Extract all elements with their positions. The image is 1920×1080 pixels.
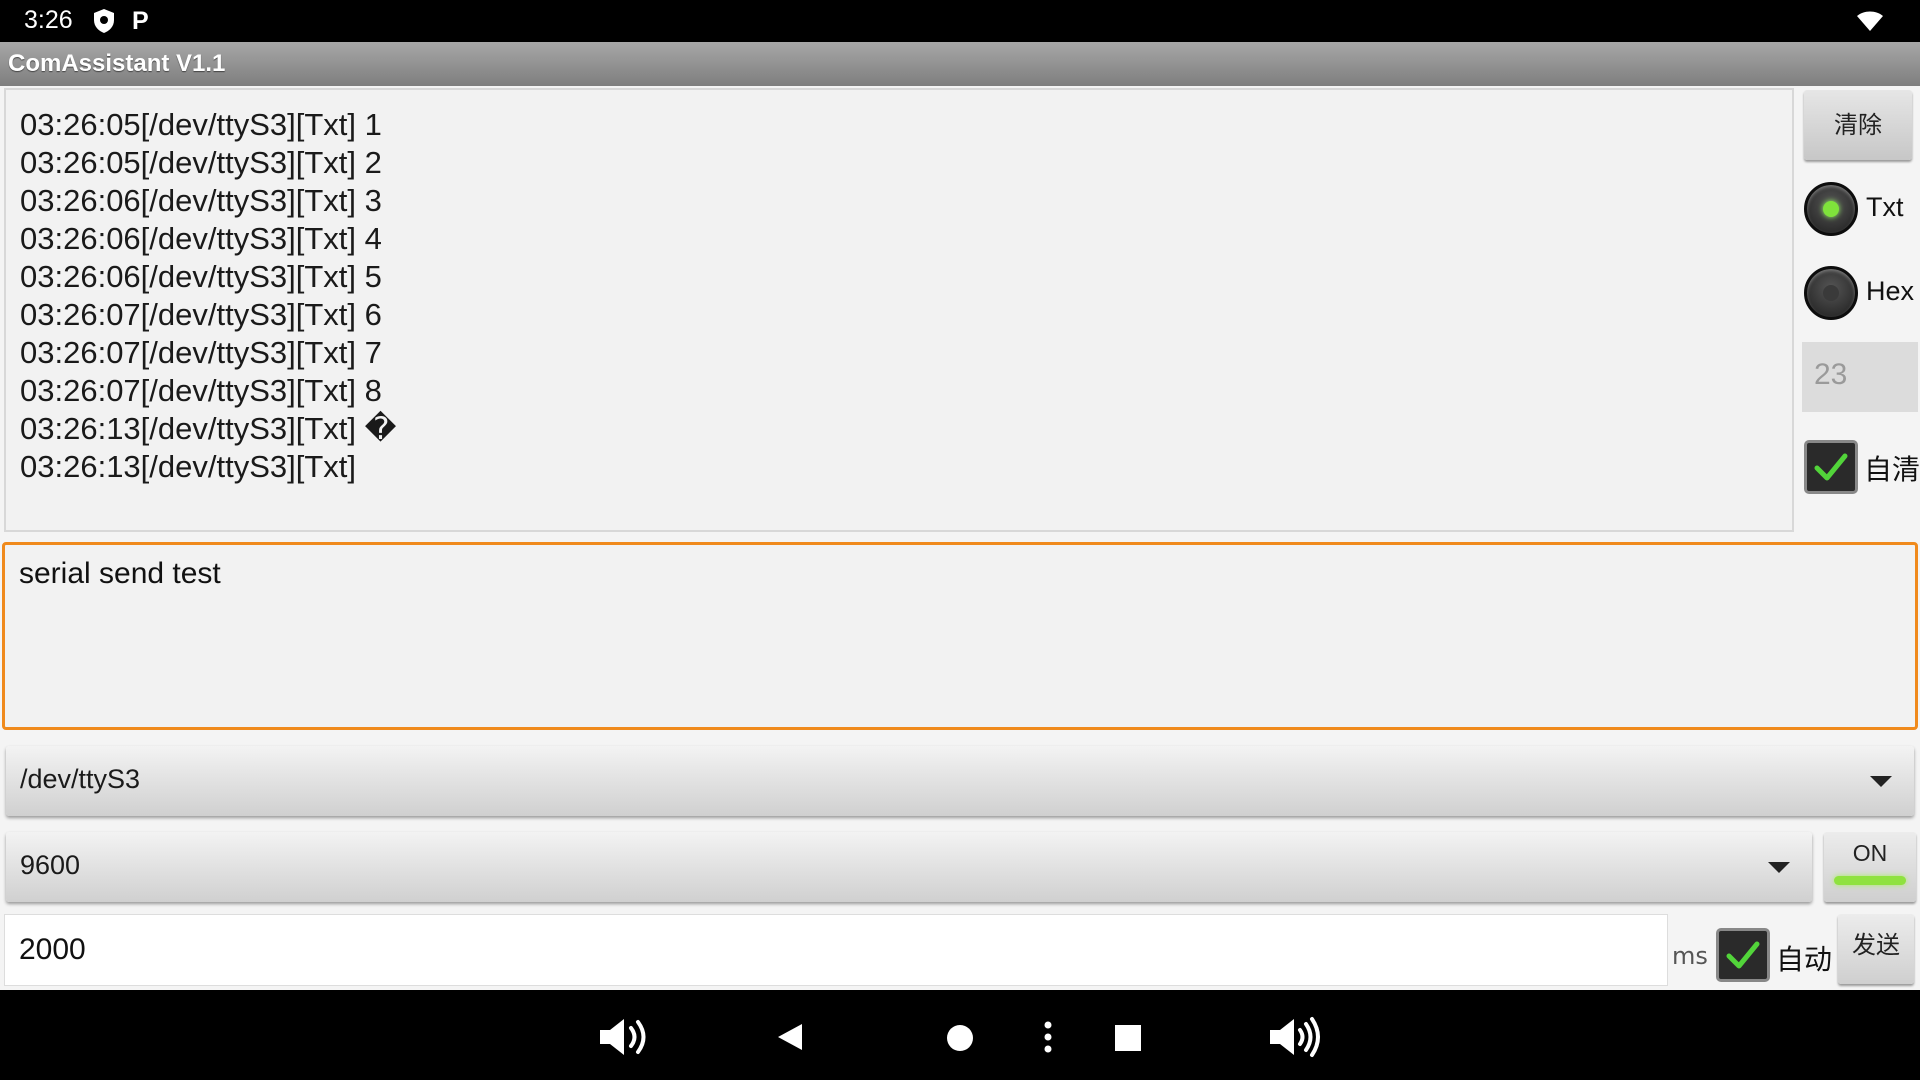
log-line: 03:26:06[/dev/ttyS3][Txt] 4 xyxy=(20,221,382,256)
chevron-down-icon xyxy=(1870,776,1892,787)
recents-icon[interactable] xyxy=(1114,1024,1142,1056)
home-icon[interactable] xyxy=(946,1024,974,1056)
log-line: 03:26:07[/dev/ttyS3][Txt] 6 xyxy=(20,297,382,332)
auto-send-checkbox[interactable] xyxy=(1716,928,1770,982)
log-line: 03:26:07[/dev/ttyS3][Txt] 8 xyxy=(20,373,382,408)
radio-hex[interactable]: Hex xyxy=(1804,264,1920,322)
back-icon[interactable] xyxy=(776,1022,804,1056)
more-icon[interactable] xyxy=(1042,1020,1054,1058)
log-line: 03:26:06[/dev/ttyS3][Txt] 5 xyxy=(20,259,382,294)
port-toggle-button[interactable]: ON xyxy=(1824,832,1916,902)
auto-send-label: 自动 xyxy=(1776,943,1833,976)
shield-icon xyxy=(92,8,118,34)
auto-clear-label: 自清 xyxy=(1864,453,1920,486)
chevron-down-icon xyxy=(1768,862,1790,873)
p-icon: P xyxy=(132,7,149,35)
log-line: 03:26:07[/dev/ttyS3][Txt] 7 xyxy=(20,335,382,370)
port-toggle-label: ON xyxy=(1852,840,1888,866)
radio-txt-indicator[interactable] xyxy=(1804,182,1858,236)
radio-txt[interactable]: Txt xyxy=(1804,180,1920,238)
baud-select-value: 9600 xyxy=(20,850,81,880)
baud-select[interactable]: 9600 xyxy=(6,832,1812,902)
port-select-value: /dev/ttyS3 xyxy=(20,764,141,794)
radio-hex-indicator[interactable] xyxy=(1804,266,1858,320)
radio-hex-label: Hex xyxy=(1866,276,1915,306)
receive-log[interactable]: 03:26:05[/dev/ttyS3][Txt] 1 03:26:05[/de… xyxy=(4,88,1794,532)
app-title: ComAssistant V1.1 xyxy=(8,50,226,77)
port-select[interactable]: /dev/ttyS3 xyxy=(6,746,1914,816)
app-title-bar: ComAssistant V1.1 xyxy=(0,42,1920,86)
log-line: 03:26:13[/dev/ttyS3][Txt] � xyxy=(20,411,397,446)
log-line: 03:26:05[/dev/ttyS3][Txt] 1 xyxy=(20,107,382,142)
line-count-field[interactable]: 23 xyxy=(1802,342,1918,412)
interval-unit: ms xyxy=(1672,942,1708,970)
clear-button[interactable]: 清除 xyxy=(1804,90,1912,160)
radio-txt-label: Txt xyxy=(1866,192,1904,222)
send-button[interactable]: 发送 xyxy=(1838,914,1914,984)
check-icon xyxy=(1814,453,1848,481)
toggle-indicator xyxy=(1834,876,1906,885)
auto-clear-checkbox[interactable] xyxy=(1804,440,1858,494)
navigation-bar xyxy=(0,990,1920,1080)
volume-up-icon[interactable] xyxy=(1268,1016,1324,1062)
interval-input[interactable]: 2000 xyxy=(4,914,1668,986)
volume-down-icon[interactable] xyxy=(598,1016,652,1062)
send-text-area[interactable]: serial send test xyxy=(2,542,1918,730)
check-icon xyxy=(1726,941,1760,969)
log-line: 03:26:06[/dev/ttyS3][Txt] 3 xyxy=(20,183,382,218)
status-time: 3:26 xyxy=(24,6,73,34)
status-bar: 3:26 P xyxy=(0,0,1920,42)
log-line: 03:26:05[/dev/ttyS3][Txt] 2 xyxy=(20,145,382,180)
wifi-icon xyxy=(1856,10,1883,36)
app-body: 03:26:05[/dev/ttyS3][Txt] 1 03:26:05[/de… xyxy=(0,86,1920,990)
log-line: 03:26:13[/dev/ttyS3][Txt] xyxy=(20,449,357,484)
